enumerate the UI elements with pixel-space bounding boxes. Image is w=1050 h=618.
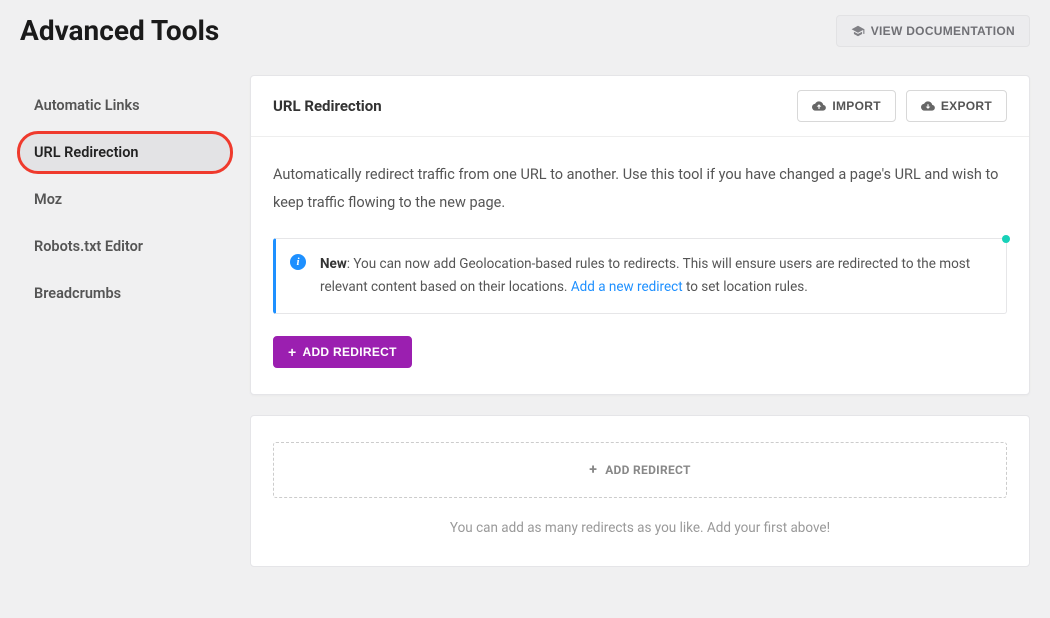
view-documentation-button[interactable]: VIEW DOCUMENTATION [836, 15, 1030, 47]
plus-icon: + [589, 463, 597, 477]
sidebar-item-label: Robots.txt Editor [34, 238, 143, 255]
panel-title: URL Redirection [273, 97, 382, 115]
add-new-redirect-link[interactable]: Add a new redirect [571, 279, 683, 295]
cloud-upload-icon [812, 99, 826, 113]
export-label: EXPORT [941, 99, 992, 113]
notification-dot-icon [1002, 235, 1010, 243]
callout-new-badge: New [320, 256, 347, 272]
url-redirection-panel: URL Redirection IMPORT EXPORT [250, 75, 1030, 395]
info-callout: i New: You can now add Geolocation-based… [273, 238, 1007, 314]
view-documentation-label: VIEW DOCUMENTATION [871, 24, 1015, 38]
sidebar-item-url-redirection[interactable]: URL Redirection [20, 134, 230, 171]
callout-text-2: to set location rules. [683, 279, 808, 295]
import-button[interactable]: IMPORT [797, 90, 895, 122]
add-redirect-placeholder[interactable]: + ADD REDIRECT [273, 442, 1007, 498]
sidebar-item-label: Moz [34, 191, 62, 208]
add-redirect-placeholder-label: ADD REDIRECT [605, 463, 691, 477]
sidebar-item-breadcrumbs[interactable]: Breadcrumbs [20, 275, 230, 312]
info-icon: i [290, 254, 306, 270]
import-label: IMPORT [832, 99, 880, 113]
add-redirect-label: ADD REDIRECT [302, 345, 396, 359]
sidebar-item-label: Automatic Links [34, 97, 140, 114]
sidebar-item-robots-txt-editor[interactable]: Robots.txt Editor [20, 228, 230, 265]
sidebar-item-label: Breadcrumbs [34, 285, 121, 302]
page-title: Advanced Tools [20, 14, 219, 47]
sidebar-item-label: URL Redirection [34, 144, 139, 161]
graduation-cap-icon [851, 24, 865, 38]
empty-state-hint: You can add as many redirects as you lik… [273, 520, 1007, 536]
sidebar-item-moz[interactable]: Moz [20, 181, 230, 218]
redirects-list-panel: + ADD REDIRECT You can add as many redir… [250, 415, 1030, 567]
add-redirect-button[interactable]: + ADD REDIRECT [273, 336, 412, 368]
sidebar-item-automatic-links[interactable]: Automatic Links [20, 87, 230, 124]
export-button[interactable]: EXPORT [906, 90, 1007, 122]
sidebar: Automatic Links URL Redirection Moz Robo… [20, 75, 230, 567]
plus-icon: + [288, 345, 296, 359]
panel-description: Automatically redirect traffic from one … [273, 161, 1007, 216]
cloud-download-icon [921, 99, 935, 113]
